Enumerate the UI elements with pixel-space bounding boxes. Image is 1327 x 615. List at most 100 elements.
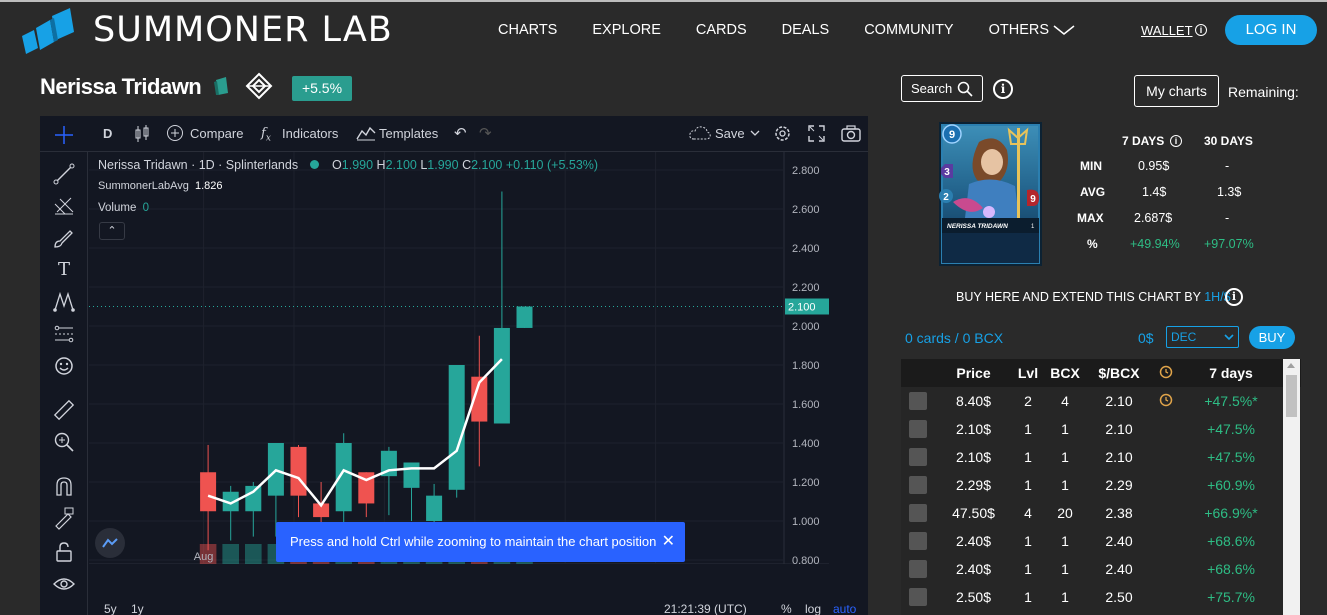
row-checkbox[interactable] [909, 504, 927, 522]
forecast-icon[interactable] [52, 322, 76, 346]
close-icon[interactable]: ✕ [662, 522, 675, 562]
crosshair-icon[interactable] [54, 125, 74, 145]
currency-select[interactable]: DEC [1166, 326, 1239, 348]
fullscreen-icon[interactable] [808, 125, 825, 142]
wallet-link[interactable]: WALLET [1141, 23, 1193, 38]
zoom-in-icon[interactable] [52, 430, 76, 454]
nav-charts[interactable]: CHARTS [498, 22, 557, 38]
ruler-icon[interactable] [52, 398, 76, 422]
my-charts-button[interactable]: My charts [1134, 75, 1219, 107]
collapse-legend-button[interactable]: ⌃ [99, 222, 125, 240]
templates-icon[interactable] [356, 125, 376, 141]
col-bcx[interactable]: BCX [1047, 365, 1083, 381]
table-row[interactable]: 2.10$ 1 1 2.10 +47.5% [901, 415, 1284, 443]
scroll-thumb[interactable] [1286, 375, 1297, 417]
buy-button[interactable]: BUY [1249, 326, 1295, 349]
cloud-icon[interactable] [688, 125, 712, 141]
table-row[interactable]: 2.40$ 1 1 2.40 +68.6% [901, 527, 1284, 555]
eye-icon[interactable] [52, 572, 76, 596]
listing-per-bcx: 2.29 [1105, 477, 1133, 493]
col-per-bcx[interactable]: $/BCX [1091, 365, 1147, 381]
interval-button[interactable]: D [103, 126, 112, 141]
toast-message: Press and hold Ctrl while zooming to mai… [290, 534, 657, 549]
listing-price: 2.29$ [955, 477, 992, 493]
lock-icon[interactable] [52, 540, 76, 564]
nav-others-label: OTHERS [988, 22, 1050, 38]
pattern-icon[interactable] [52, 290, 76, 314]
listing-price: 47.50$ [952, 505, 995, 521]
table-row[interactable]: 47.50$ 4 20 2.38 +66.9%* [901, 499, 1284, 527]
col-price[interactable]: Price [941, 365, 1006, 381]
row-checkbox[interactable] [909, 560, 927, 578]
clock-icon[interactable] [1159, 365, 1173, 379]
listing-7days: +75.7% [1207, 589, 1255, 605]
row-checkbox[interactable] [909, 448, 927, 466]
logo-icon[interactable] [20, 6, 82, 58]
nav-cards[interactable]: CARDS [696, 22, 747, 38]
chevron-down-icon[interactable] [750, 130, 760, 138]
tradingview-logo-icon[interactable] [95, 528, 125, 558]
candles-icon[interactable] [134, 125, 150, 143]
table-row[interactable]: 8.40$ 2 4 2.10 +47.5%* [901, 387, 1284, 415]
scroll-up-icon[interactable] [1287, 363, 1295, 368]
nav-explore[interactable]: EXPLORE [592, 22, 661, 38]
brand-name[interactable]: SUMMONER LAB [93, 10, 393, 50]
row-checkbox[interactable] [909, 532, 927, 550]
save-button[interactable]: Save [715, 126, 745, 141]
auto-toggle[interactable]: auto [833, 602, 856, 615]
trend-line-icon[interactable] [52, 162, 76, 186]
templates-button[interactable]: Templates [379, 126, 438, 141]
col-level[interactable]: Lvl [1013, 365, 1043, 381]
login-button[interactable]: LOG IN [1225, 15, 1317, 45]
log-toggle[interactable]: log [805, 602, 821, 615]
info-icon[interactable]: i [1225, 288, 1243, 306]
row-checkbox[interactable] [909, 476, 927, 494]
card-health-value: 9 [1030, 194, 1036, 205]
nav-others[interactable]: OTHERS [989, 22, 1075, 38]
listings-scrollbar[interactable] [1283, 359, 1300, 615]
card-icon[interactable] [213, 76, 231, 96]
info-icon[interactable]: i [1195, 24, 1207, 36]
text-icon[interactable]: T [52, 258, 76, 282]
row-checkbox[interactable] [909, 588, 927, 606]
price-plot[interactable]: 2.800 2.600 2.400 2.200 2.000 1.800 1.600 1.400… [89, 152, 829, 564]
fx-icon[interactable]: fx [261, 126, 271, 144]
gear-icon[interactable] [773, 124, 792, 143]
add-circle-icon[interactable] [166, 124, 184, 142]
undo-icon[interactable]: ↶ [454, 124, 467, 142]
lock-drawing-icon[interactable] [52, 506, 76, 530]
magnet-icon[interactable] [52, 474, 76, 498]
info-icon[interactable]: i [1170, 135, 1182, 147]
percent-toggle[interactable]: % [781, 602, 792, 615]
stats-header-30d: 30 DAYS [1204, 134, 1253, 148]
indicators-button[interactable]: Indicators [282, 126, 338, 141]
listing-level: 1 [1024, 533, 1032, 549]
listing-bcx: 20 [1057, 505, 1073, 521]
table-row[interactable]: 2.29$ 1 1 2.29 +60.9% [901, 471, 1284, 499]
nav-community[interactable]: COMMUNITY [864, 22, 953, 38]
fib-icon[interactable] [52, 194, 76, 218]
listings-table: 8.40$ 2 4 2.10 +47.5%* 2.10$ 1 1 2.10 +47.5% 2.10$… [901, 387, 1301, 615]
col-7days[interactable]: 7 days [1196, 365, 1266, 381]
compare-button[interactable]: Compare [190, 126, 243, 141]
info-icon[interactable]: i [993, 79, 1013, 99]
listing-price: 2.10$ [955, 449, 992, 465]
card-mana-value: 9 [949, 129, 955, 141]
table-row[interactable]: 2.10$ 1 1 2.10 +47.5% [901, 443, 1284, 471]
search-button[interactable]: Search [901, 75, 983, 102]
range-5y[interactable]: 5y [104, 602, 117, 615]
utc-time[interactable]: 21:21:39 (UTC) [664, 602, 747, 615]
row-checkbox[interactable] [909, 420, 927, 438]
smiley-icon[interactable] [52, 354, 76, 378]
camera-icon[interactable] [841, 125, 861, 142]
table-row[interactable]: 2.40$ 1 1 2.40 +68.6% [901, 555, 1284, 583]
nav-deals[interactable]: DEALS [782, 22, 830, 38]
range-1y[interactable]: 1y [131, 602, 144, 615]
splinterlands-icon[interactable] [245, 72, 273, 100]
brush-icon[interactable] [52, 226, 76, 250]
row-checkbox[interactable] [909, 392, 927, 410]
listing-bcx: 1 [1061, 589, 1069, 605]
table-row[interactable]: 2.50$ 1 1 2.50 +75.7% [901, 583, 1284, 611]
card-image[interactable]: 9 3 2 9 NERISSA TRIDAWN 1 [939, 122, 1042, 266]
stats-pct-7d: +49.94% [1130, 237, 1180, 251]
